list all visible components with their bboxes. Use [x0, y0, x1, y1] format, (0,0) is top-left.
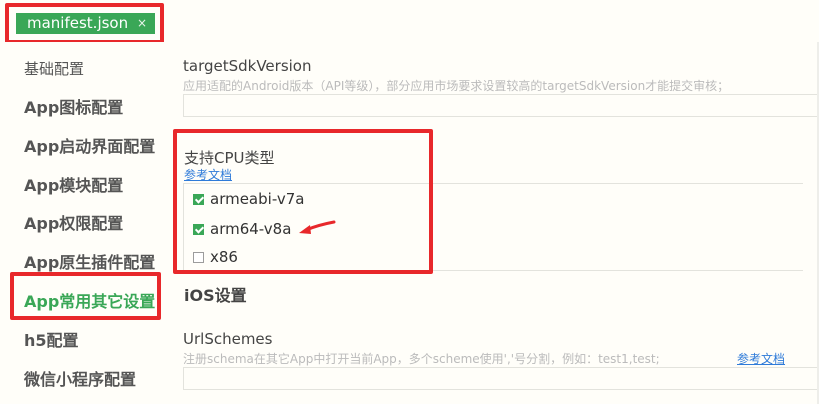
sidebar-item-app-splash[interactable]: App启动界面配置 [24, 133, 155, 157]
sidebar-item-weixin-miniprogram[interactable]: 微信小程序配置 [24, 366, 136, 390]
sidebar: 基础配置 App图标配置 App启动界面配置 App模块配置 App权限配置 A… [0, 42, 168, 404]
sidebar-item-app-permissions[interactable]: App权限配置 [24, 210, 123, 234]
sidebar-item-basic[interactable]: 基础配置 [24, 58, 84, 79]
sidebar-item-h5[interactable]: h5配置 [24, 327, 79, 351]
target-sdk-label: targetSdkVersion [183, 57, 312, 75]
tab-highlight-box [5, 3, 164, 44]
sidebar-item-app-modules[interactable]: App模块配置 [24, 172, 123, 196]
url-schemes-doc-link[interactable]: 参考文档 [737, 350, 785, 367]
arrow-annotation-icon [299, 220, 336, 234]
url-schemes-description: 注册schema在其它App中打开当前App，多个scheme使用','号分割，… [183, 352, 660, 366]
target-sdk-description: 应用适配的Android版本（API等级），部分应用市场要求设置较高的targe… [183, 79, 730, 93]
ios-settings-heading: iOS设置 [184, 286, 247, 305]
sidebar-item-app-icon[interactable]: App图标配置 [24, 94, 123, 118]
target-sdk-input[interactable] [183, 94, 819, 117]
sidebar-item-app-native-plugins[interactable]: App原生插件配置 [24, 249, 155, 273]
cpu-highlight-box [173, 129, 433, 274]
url-schemes-label: UrlSchemes [183, 330, 273, 348]
sidebar-active-highlight-box [10, 272, 161, 320]
url-schemes-input[interactable] [183, 367, 819, 390]
